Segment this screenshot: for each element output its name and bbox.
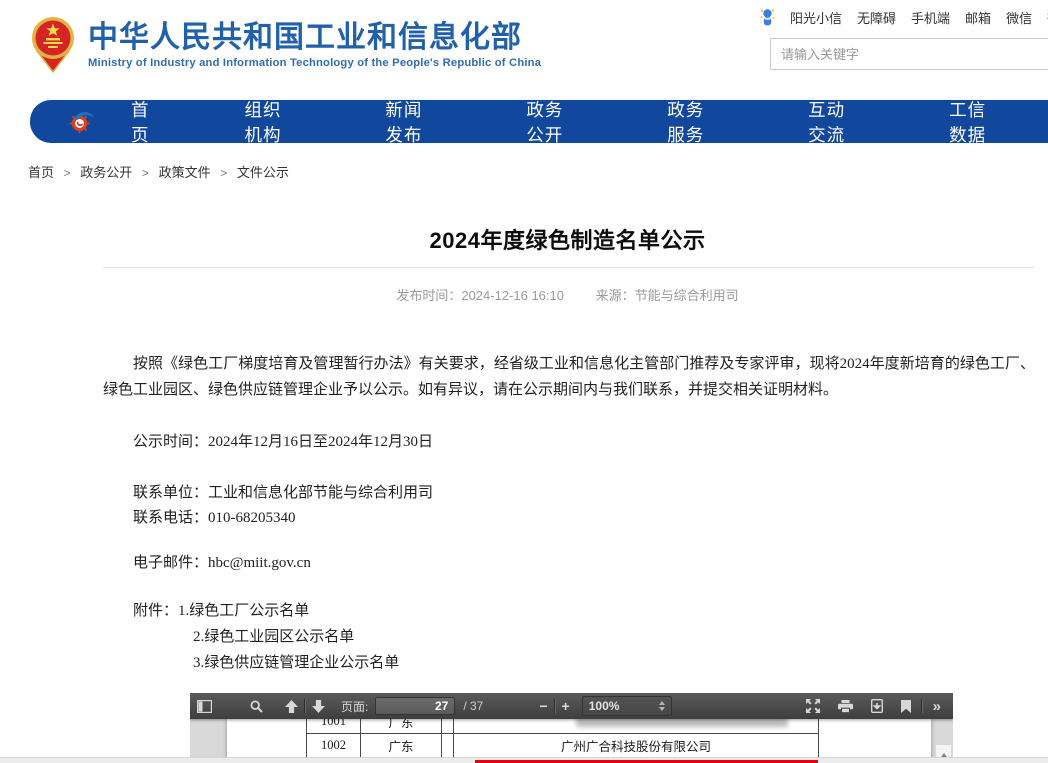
article-paragraph: 按照《绿色工厂梯度培育及管理暂行办法》有关要求，经省级工业和信息化主管部门推荐及… <box>103 351 1035 403</box>
select-spinner-icon <box>659 701 665 711</box>
pdf-viewer: 页面: / 37 − + 100% <box>190 693 953 763</box>
zoom-out-button[interactable]: − <box>539 698 547 714</box>
breadcrumb-separator: > <box>220 166 227 180</box>
breadcrumb-file-publicity[interactable]: 文件公示 <box>237 165 289 180</box>
page-up-icon[interactable] <box>285 700 298 713</box>
article-meta: 发布时间：2024-12-16 16:10 来源：节能与综合利用司 <box>100 285 1035 304</box>
page-number-input[interactable] <box>375 697 455 715</box>
title-divider <box>103 267 1035 268</box>
toolbar-separator <box>304 699 306 713</box>
nav-items: 首页 组织机构 新闻发布 政务公开 政务服务 互动交流 工信数据 <box>131 97 1048 147</box>
search-icon[interactable] <box>250 700 263 713</box>
page: 阳光小信 无障碍 手机端 邮箱 微信 微博 中华人民共和国工业和信息化部 Min… <box>0 0 1048 763</box>
breadcrumb-policy-files[interactable]: 政策文件 <box>159 165 211 180</box>
source-label: 来源： <box>596 288 635 303</box>
nav-item-home[interactable]: 首页 <box>131 97 158 147</box>
more-tools-icon[interactable]: » <box>933 698 941 715</box>
article-title: 2024年度绿色制造名单公示 <box>100 223 1035 255</box>
mascot-icon <box>760 8 775 27</box>
publish-time-label: 发布时间： <box>396 288 461 303</box>
link-mobile[interactable]: 手机端 <box>911 8 950 27</box>
nav-item-gov-service[interactable]: 政务服务 <box>667 97 722 147</box>
breadcrumb-separator: > <box>142 166 149 180</box>
breadcrumb: 首页 > 政务公开 > 政策文件 > 文件公示 <box>28 162 289 181</box>
print-icon[interactable] <box>838 700 853 713</box>
presentation-mode-icon[interactable] <box>806 699 820 713</box>
breadcrumb-separator: > <box>64 166 71 180</box>
search-input[interactable] <box>771 39 1048 69</box>
cell-province: 广东 <box>361 734 442 758</box>
zoom-value: 100% <box>589 699 620 713</box>
notice-time: 公示时间：2024年12月16日至2024年12月30日 <box>133 430 433 451</box>
nav-item-organization[interactable]: 组织机构 <box>244 97 299 147</box>
zoom-in-button[interactable]: + <box>562 698 570 714</box>
breadcrumb-gov-open[interactable]: 政务公开 <box>80 165 132 180</box>
download-icon[interactable] <box>871 699 883 713</box>
nav-item-interaction[interactable]: 互动交流 <box>808 97 863 147</box>
source-value: 节能与综合利用司 <box>635 288 739 303</box>
zoom-select[interactable]: 100% <box>582 696 672 716</box>
link-yangguangxiaoxin[interactable]: 阳光小信 <box>790 8 842 27</box>
link-wechat[interactable]: 微信 <box>1006 8 1032 27</box>
contact-unit: 联系单位：工业和信息化部节能与综合利用司 <box>133 481 433 502</box>
link-accessibility[interactable]: 无障碍 <box>857 8 896 27</box>
attachment-row-1: 附件：1.绿色工厂公示名单 <box>133 598 399 624</box>
main-nav: 首页 组织机构 新闻发布 政务公开 政务服务 互动交流 工信数据 <box>30 100 1048 143</box>
attachments: 附件：1.绿色工厂公示名单 2.绿色工业园区公示名单 3.绿色供应链管理企业公示… <box>133 598 399 676</box>
site-title: 中华人民共和国工业和信息化部 Ministry of Industry and … <box>88 22 541 69</box>
cell-code: 1002 <box>307 734 361 758</box>
nav-item-gov-open[interactable]: 政务公开 <box>526 97 581 147</box>
site-title-cn: 中华人民共和国工业和信息化部 <box>88 22 541 54</box>
site-title-en: Ministry of Industry and Information Tec… <box>88 57 541 69</box>
toolbar-separator <box>921 699 923 713</box>
search-box <box>770 38 1048 70</box>
top-utility-bar: 阳光小信 无障碍 手机端 邮箱 微信 微博 <box>760 8 1048 27</box>
miit-gear-icon <box>68 108 95 135</box>
table-row: 1002 广东 广州广合科技股份有限公司 <box>307 734 819 758</box>
bookmark-icon[interactable] <box>901 700 911 713</box>
pdf-toolbar: 页面: / 37 − + 100% <box>190 693 953 719</box>
nav-item-news[interactable]: 新闻发布 <box>385 97 440 147</box>
breadcrumb-home[interactable]: 首页 <box>28 165 54 180</box>
page-label: 页面: <box>341 698 368 715</box>
page-down-icon[interactable] <box>312 700 325 713</box>
cell-gap <box>442 734 454 758</box>
page-total: / 37 <box>463 699 483 713</box>
attachments-label: 附件： <box>133 603 178 619</box>
toolbar-separator <box>554 699 556 713</box>
sidebar-toggle-icon[interactable] <box>197 700 212 713</box>
national-emblem <box>28 15 78 73</box>
contact-phone: 联系电话：010-68205340 <box>133 506 296 527</box>
attachment-item-1: 1.绿色工厂公示名单 <box>178 603 309 619</box>
cell-company: 广州广合科技股份有限公司 <box>454 734 819 758</box>
publish-time-value: 2024-12-16 16:10 <box>461 288 564 303</box>
contact-email: 电子邮件：hbc@miit.gov.cn <box>133 551 311 572</box>
nav-item-data[interactable]: 工信数据 <box>949 97 1004 147</box>
attachment-item-2: 2.绿色工业园区公示名单 <box>133 624 399 650</box>
link-mail[interactable]: 邮箱 <box>965 8 991 27</box>
attachment-item-3: 3.绿色供应链管理企业公示名单 <box>133 650 399 676</box>
